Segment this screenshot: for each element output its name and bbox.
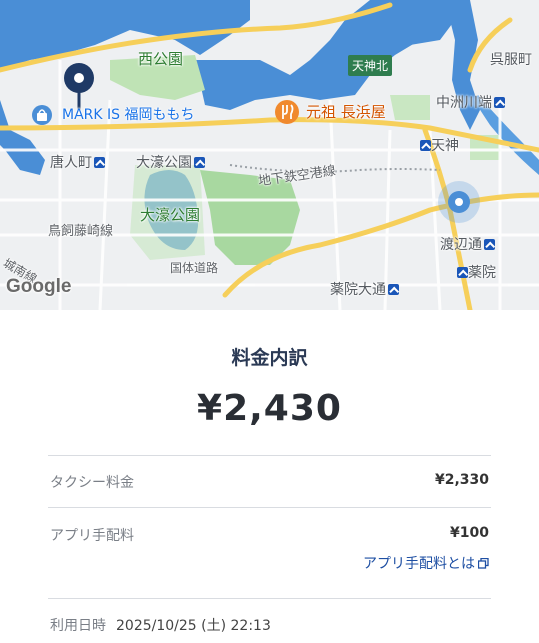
map-label-mark-is: MARK IS 福岡ももち [62,107,195,123]
route-map[interactable]: 西公園 MARK IS 福岡ももち 元祖 長浜屋 天神北 呉服町 中洲川端 天神… [0,0,539,310]
map-label-kokutai-doro: 国体道路 [170,261,219,275]
divider [48,507,491,508]
fare-breakdown-title: 料金内訳 [231,347,308,369]
restaurant-icon [275,100,299,124]
app-fee-label: アプリ手配料 [50,528,134,544]
map-label-tenjin-kita: 天神北 [348,55,393,76]
app-fee-value: ¥100 [450,525,489,541]
current-location-icon [438,181,480,223]
taxi-fare-label: タクシー料金 [50,475,134,491]
map-label-ohori-park: 大濠公園 [140,206,201,224]
subway-icon [94,157,105,168]
usage-datetime-row: 利用日時 2025/10/25 (土) 22:13 [50,615,271,635]
map-label-tojinmachi: 唐人町 [50,156,105,170]
map-label-yakuin: 薬院 [455,266,496,280]
external-link-icon [478,558,489,569]
map-label-ohori-station: 大濠公園 [136,156,205,170]
usage-datetime-value: 2025/10/25 (土) 22:13 [116,618,271,634]
subway-icon [420,140,431,151]
subway-icon [457,267,468,278]
map-label-nakasu-kawabata: 中洲川端 [436,96,505,110]
taxi-fare-value: ¥2,330 [434,472,489,488]
app-fee-info-link-label: アプリ手配料とは [363,556,475,572]
map-label-nishi-koen: 西公園 [138,50,184,68]
app-fee-info-link[interactable]: アプリ手配料とは [363,553,489,573]
total-fare: ¥2,430 [197,388,342,429]
map-label-torikai-fujisaki: 鳥飼藤崎線 [48,224,114,239]
map-label-tenjin: 天神 [418,139,459,153]
subway-icon [484,239,495,250]
map-label-watanabe-dori: 渡辺通 [440,238,495,252]
google-logo: Google [6,276,72,297]
subway-icon [494,97,505,108]
map-label-yakuin-odori: 薬院大通 [330,283,399,297]
subway-icon [388,284,399,295]
map-label-gofukumachi: 呉服町 [490,52,532,68]
map-label-ganso: 元祖 長浜屋 [306,103,386,121]
shopping-bag-icon [32,105,52,125]
subway-icon [194,157,205,168]
divider [48,598,491,599]
divider [48,455,491,456]
usage-datetime-label: 利用日時 [50,618,106,634]
